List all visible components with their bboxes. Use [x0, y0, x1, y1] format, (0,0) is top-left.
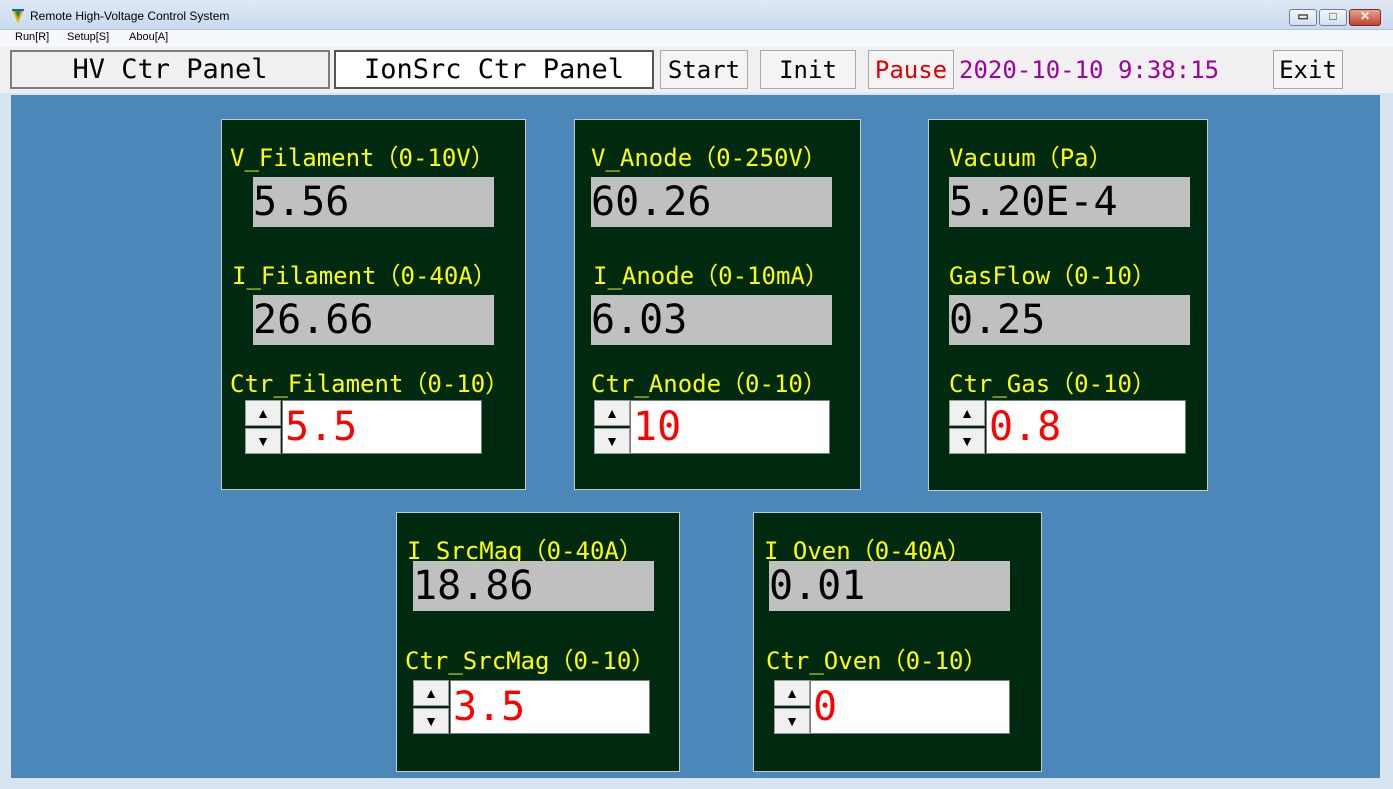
ctr-anode-label: Ctr_Anode（0-10）: [591, 370, 827, 398]
menu-bar: Run[R] Setup[S] Abou[A]: [0, 30, 1393, 47]
oven-panel: I_Oven（0-40A） 0.01 Ctr_Oven（0-10） ▲ ▼ 0: [753, 512, 1042, 772]
window-bottom-edge: [0, 780, 1393, 789]
close-button[interactable]: ✕: [1349, 9, 1381, 26]
arrow-up-icon: ▲: [605, 405, 619, 421]
ctr-oven-down-button[interactable]: ▼: [774, 708, 810, 734]
window-title: Remote High-Voltage Control System: [30, 9, 230, 23]
arrow-up-icon: ▲: [785, 685, 799, 701]
v-anode-label: V_Anode（0-250V）: [591, 144, 827, 172]
arrow-down-icon: ▼: [785, 713, 799, 729]
menu-run[interactable]: Run[R]: [15, 31, 49, 43]
menu-about[interactable]: Abou[A]: [129, 31, 168, 43]
toolbar: HV Ctr Panel IonSrc Ctr Panel Start Init…: [0, 47, 1393, 93]
start-button[interactable]: Start: [660, 50, 748, 89]
ctr-filament-down-button[interactable]: ▼: [245, 428, 281, 454]
ctr-oven-up-button[interactable]: ▲: [774, 680, 810, 706]
maximize-icon: □: [1329, 9, 1337, 23]
ctr-gas-stepper: ▲ ▼: [949, 400, 985, 454]
i-anode-readout: 6.03: [591, 295, 832, 345]
datetime-display: 2020-10-10 9:38:15: [957, 50, 1271, 89]
ctr-anode-stepper: ▲ ▼: [594, 400, 630, 454]
ctr-oven-label: Ctr_Oven（0-10）: [766, 647, 988, 675]
app-icon: [12, 9, 24, 23]
minimize-button[interactable]: ▭: [1289, 9, 1317, 26]
v-filament-label: V_Filament（0-10V）: [230, 144, 495, 172]
gas-panel: Vacuum（Pa） 5.20E-4 GasFlow（0-10） 0.25 Ct…: [928, 119, 1208, 491]
anode-panel: V_Anode（0-250V） 60.26 I_Anode（0-10mA） 6.…: [574, 119, 861, 490]
i-oven-readout: 0.01: [769, 561, 1010, 611]
tab-ionsrc-ctr-panel[interactable]: IonSrc Ctr Panel: [334, 50, 654, 89]
gasflow-readout: 0.25: [949, 295, 1190, 345]
exit-button[interactable]: Exit: [1273, 50, 1343, 89]
ctr-oven-input[interactable]: 0: [810, 680, 1010, 734]
ctr-gas-up-button[interactable]: ▲: [949, 400, 985, 426]
ctr-anode-input[interactable]: 10: [630, 400, 830, 454]
i-anode-label: I_Anode（0-10mA）: [593, 262, 829, 290]
ctr-anode-down-button[interactable]: ▼: [594, 428, 630, 454]
ctr-filament-stepper: ▲ ▼: [245, 400, 281, 454]
ctr-srcmag-label: Ctr_SrcMag（0-10）: [405, 647, 656, 675]
title-bar: Remote High-Voltage Control System ▭ □ ✕: [0, 0, 1393, 30]
ctr-gas-down-button[interactable]: ▼: [949, 428, 985, 454]
arrow-up-icon: ▲: [960, 405, 974, 421]
ctr-srcmag-down-button[interactable]: ▼: [413, 708, 449, 734]
menu-setup[interactable]: Setup[S]: [67, 31, 109, 43]
vacuum-label: Vacuum（Pa）: [949, 144, 1113, 172]
ctr-filament-input[interactable]: 5.5: [282, 400, 482, 454]
vacuum-readout: 5.20E-4: [949, 177, 1190, 227]
minimize-icon: ▭: [1297, 9, 1309, 23]
ctr-oven-stepper: ▲ ▼: [774, 680, 810, 734]
arrow-down-icon: ▼: [960, 433, 974, 449]
v-anode-readout: 60.26: [591, 177, 832, 227]
i-filament-readout: 26.66: [253, 295, 494, 345]
i-srcmag-readout: 18.86: [413, 561, 654, 611]
ctr-srcmag-input[interactable]: 3.5: [450, 680, 650, 734]
i-filament-label: I_Filament（0-40A）: [232, 262, 497, 290]
ctr-gas-input[interactable]: 0.8: [986, 400, 1186, 454]
maximize-button[interactable]: □: [1319, 9, 1347, 26]
gasflow-label: GasFlow（0-10）: [949, 262, 1156, 290]
v-filament-readout: 5.56: [253, 177, 494, 227]
ctr-srcmag-up-button[interactable]: ▲: [413, 680, 449, 706]
ctr-filament-up-button[interactable]: ▲: [245, 400, 281, 426]
arrow-down-icon: ▼: [256, 433, 270, 449]
ctr-anode-up-button[interactable]: ▲: [594, 400, 630, 426]
arrow-up-icon: ▲: [424, 685, 438, 701]
ctr-gas-label: Ctr_Gas（0-10）: [949, 370, 1156, 398]
pause-button[interactable]: Pause: [868, 50, 954, 89]
ctr-filament-label: Ctr_Filament（0-10）: [230, 370, 510, 398]
filament-panel: V_Filament（0-10V） 5.56 I_Filament（0-40A）…: [221, 119, 526, 490]
arrow-down-icon: ▼: [424, 713, 438, 729]
tab-hv-ctr-panel[interactable]: HV Ctr Panel: [10, 50, 330, 89]
arrow-up-icon: ▲: [256, 405, 270, 421]
init-button[interactable]: Init: [760, 50, 856, 89]
arrow-down-icon: ▼: [605, 433, 619, 449]
srcmag-panel: I_SrcMag（0-40A） 18.86 Ctr_SrcMag（0-10） ▲…: [396, 512, 680, 772]
close-icon: ✕: [1359, 9, 1371, 23]
ctr-srcmag-stepper: ▲ ▼: [413, 680, 449, 734]
